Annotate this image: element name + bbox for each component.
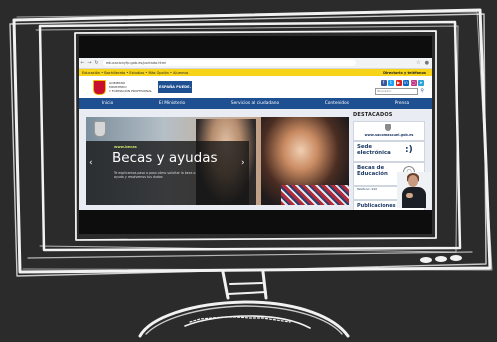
espana-puede-logo[interactable]: ESPAÑA PUEDE.: [158, 81, 192, 93]
breadcrumb[interactable]: Educación • Bachillerato • Estudios • Má…: [79, 71, 188, 75]
social-icons: f t ▶ in ◯ ➤: [380, 79, 424, 86]
profile-icon[interactable]: ●: [425, 60, 429, 66]
site-url-label: www.sacomascuel.gob.es: [364, 133, 414, 137]
browser-window: ← → ↻ educacionyfp.gob.es/portada.html ☆…: [79, 58, 432, 210]
top-yellow-bar: Educación • Bachillerato • Estudios • Má…: [79, 69, 432, 76]
sign-language-interpreter-video: [397, 172, 431, 208]
site-header: GOBIERNO MINISTERIO Y FORMACIÓN PROFESIO…: [79, 76, 432, 98]
ministry-crest-icon: [94, 121, 106, 137]
browser-address-bar: ← → ↻ educacionyfp.gob.es/portada.html ☆…: [79, 58, 432, 69]
spain-coat-of-arms-icon[interactable]: [93, 79, 106, 95]
url-field[interactable]: educacionyfp.gob.es/portada.html: [103, 60, 356, 66]
menu-item-contenidos[interactable]: Contenidos: [325, 101, 349, 106]
plaid-shirt-detail: [281, 185, 349, 205]
sede-label: Sede electrónica: [357, 144, 391, 156]
star-icon[interactable]: ☆: [416, 60, 420, 66]
menu-item-ministerio[interactable]: El Ministerio: [159, 101, 185, 106]
publicaciones-label: Publicaciones: [357, 203, 396, 209]
page-content: www.becas Becas y ayudas Te explicamos p…: [79, 109, 432, 210]
carousel-next-icon[interactable]: ›: [241, 158, 245, 168]
linkedin-icon[interactable]: in: [403, 79, 409, 86]
reload-icon[interactable]: ↻: [93, 60, 100, 66]
forward-arrow-icon[interactable]: →: [86, 60, 93, 66]
crest-icon: [385, 124, 391, 131]
telegram-icon[interactable]: ➤: [418, 79, 424, 86]
twitter-icon[interactable]: t: [388, 79, 394, 86]
hero-tag: www.becas: [114, 145, 137, 149]
hero-banner[interactable]: www.becas Becas y ayudas Te explicamos p…: [86, 117, 349, 205]
highlights-title: DESTACADOS: [353, 112, 393, 118]
youtube-icon[interactable]: ▶: [395, 79, 402, 86]
monitor-screen: ← → ↻ educacionyfp.gob.es/portada.html ☆…: [79, 36, 432, 234]
menu-item-prensa[interactable]: Prensa: [395, 101, 409, 106]
menu-item-inicio[interactable]: Inicio: [102, 101, 113, 106]
hero-subtitle: Te explicamos paso a paso cómo solicitar…: [114, 171, 196, 179]
menu-item-servicios[interactable]: Servicios al ciudadano: [231, 101, 279, 106]
facebook-icon[interactable]: f: [380, 79, 387, 86]
phone-label: Teléfono: 910: [357, 187, 378, 191]
becas-label: Becas de Educación: [357, 165, 388, 177]
instagram-icon[interactable]: ◯: [410, 79, 417, 86]
carousel-prev-icon[interactable]: ‹: [89, 158, 93, 168]
back-arrow-icon[interactable]: ←: [79, 60, 86, 66]
key-icon: :): [405, 145, 413, 155]
hero-title: Becas y ayudas: [112, 150, 218, 166]
ministry-logo-text: GOBIERNO MINISTERIO Y FORMACIÓN PROFESIO…: [109, 81, 153, 93]
search-icon[interactable]: ⚲: [420, 88, 424, 94]
directory-contact-link[interactable]: Directorio y teléfonos: [383, 71, 432, 75]
main-menu: Inicio El Ministerio Servicios al ciudad…: [79, 98, 432, 109]
sede-electronica-card[interactable]: Sede electrónica :): [353, 141, 425, 162]
search-input[interactable]: Buscador: [375, 87, 419, 95]
site-link-card[interactable]: www.sacomascuel.gob.es: [353, 121, 425, 141]
